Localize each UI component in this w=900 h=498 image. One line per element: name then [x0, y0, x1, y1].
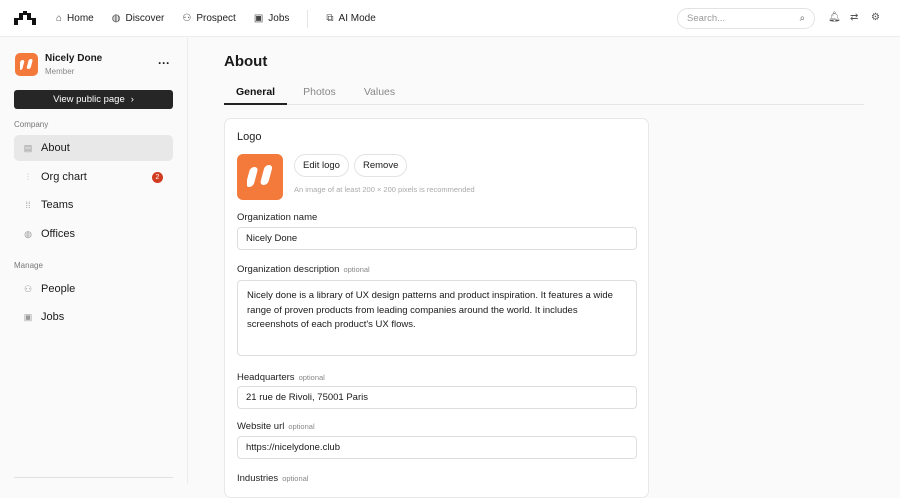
- org-name: Nicely Done: [45, 53, 103, 64]
- gear-icon[interactable]: ⚙: [871, 12, 880, 23]
- sidebar-item-offices[interactable]: ◍ Offices: [14, 221, 173, 247]
- general-form-card: Logo Edit logo Remove An image of at lea…: [224, 118, 649, 498]
- ai-icon: ⧉: [326, 13, 334, 24]
- org-avatar: [15, 53, 38, 76]
- name-label: Organization name: [237, 212, 318, 223]
- headquarters-label: Headquarters optional: [237, 372, 325, 383]
- more-menu-button[interactable]: ···: [158, 56, 170, 70]
- nav-divider: [307, 9, 309, 28]
- logo-label: Logo: [237, 131, 262, 143]
- top-bar: ⌂ Home ◍ Discover ⚇ Prospect ▣ Jobs ⧉ AI Mode…: [0, 0, 900, 37]
- home-icon: ⌂: [56, 13, 63, 24]
- sidebar-item-org-chart[interactable]: ⫶ Org chart 2: [14, 164, 173, 190]
- search-icon: ⌕: [799, 13, 805, 24]
- website-url-input[interactable]: https://nicelydone.club: [237, 436, 637, 459]
- nav-prospect[interactable]: ⚇ Prospect: [182, 13, 235, 24]
- sidebar: Nicely Done Member ··· View public page ›…: [0, 38, 188, 484]
- sidebar-item-about[interactable]: ▤ About: [14, 135, 173, 161]
- app-logo[interactable]: [14, 11, 36, 25]
- website-label: Website url optional: [237, 421, 315, 432]
- view-public-page-button[interactable]: View public page ›: [14, 90, 173, 109]
- nav-home[interactable]: ⌂ Home: [56, 13, 94, 24]
- nav-jobs[interactable]: ▣ Jobs: [254, 13, 290, 24]
- tab-values[interactable]: Values: [352, 82, 407, 105]
- users-icon: ⚇: [23, 283, 33, 294]
- org-chart-icon: ⫶: [26, 171, 30, 182]
- organization-name-input[interactable]: Nicely Done: [237, 227, 637, 250]
- nav-ai-mode[interactable]: ⧉ AI Mode: [326, 13, 375, 24]
- industries-label: Industries optional: [237, 473, 309, 484]
- section-label-company: Company: [14, 120, 49, 129]
- nav-discover[interactable]: ◍ Discover: [112, 13, 165, 24]
- sidebar-item-teams[interactable]: ⁞⁞ Teams: [14, 192, 173, 218]
- tab-general[interactable]: General: [224, 82, 288, 105]
- sidebar-item-people[interactable]: ⚇ People: [14, 276, 173, 302]
- tabs: General Photos Values: [224, 82, 864, 105]
- sidebar-divider: [14, 477, 173, 478]
- org-logo: [237, 154, 283, 200]
- chevron-right-icon: ›: [130, 94, 134, 105]
- headquarters-input[interactable]: 21 rue de Rivoli, 75001 Paris: [237, 386, 637, 409]
- description-label: Organization description optional: [237, 264, 370, 275]
- remove-logo-button[interactable]: Remove: [354, 154, 408, 177]
- building-icon: ▤: [23, 142, 33, 153]
- logo-hint: An image of at least 200 × 200 pixels is…: [294, 185, 475, 194]
- edit-logo-button[interactable]: Edit logo: [294, 154, 349, 177]
- globe-icon: ◍: [24, 228, 32, 239]
- section-label-manage: Manage: [14, 261, 43, 270]
- page-title: About: [224, 53, 268, 70]
- briefcase-icon: ▣: [23, 311, 33, 322]
- teams-icon: ⁞⁞: [25, 200, 31, 210]
- organization-description-textarea[interactable]: Nicely done is a library of UX design pa…: [237, 280, 637, 356]
- globe-icon: ◍: [111, 13, 121, 24]
- notification-badge: 2: [152, 172, 163, 183]
- sidebar-item-jobs[interactable]: ▣ Jobs: [14, 304, 173, 330]
- org-role: Member: [45, 67, 75, 76]
- tab-photos[interactable]: Photos: [291, 82, 348, 105]
- briefcase-icon: ▣: [253, 13, 264, 24]
- main-nav: ⌂ Home ◍ Discover ⚇ Prospect ▣ Jobs ⧉ AI Mode: [56, 0, 376, 37]
- bell-icon[interactable]: 🔔︎: [828, 12, 841, 23]
- messages-icon[interactable]: ⇄: [850, 12, 858, 23]
- users-icon: ⚇: [182, 13, 192, 24]
- search-input[interactable]: Search... ⌕: [677, 8, 815, 29]
